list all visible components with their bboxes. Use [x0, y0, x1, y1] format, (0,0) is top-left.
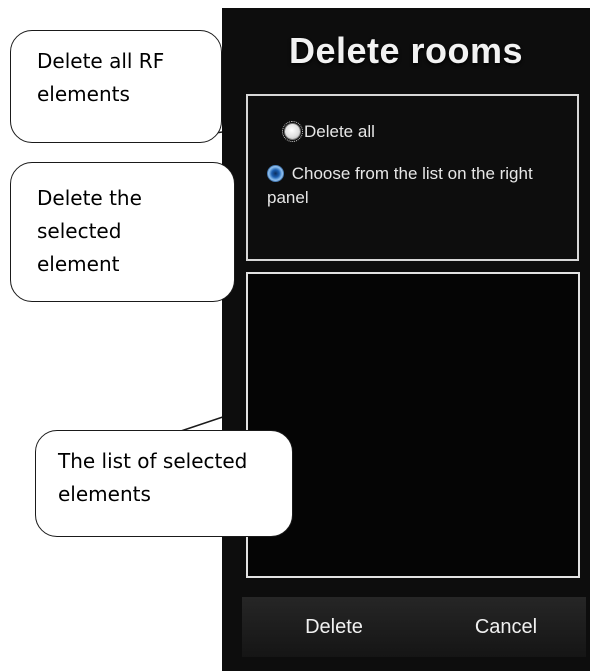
dialog-button-bar: Delete Cancel	[242, 597, 586, 657]
callout-delete-selected: Delete the selected element	[10, 162, 235, 302]
callout-list: The list of selected elements	[35, 430, 293, 537]
radio-delete-all[interactable]	[282, 121, 303, 142]
delete-options-group: Delete all Choose from the list on the r…	[246, 94, 579, 261]
radio-delete-all-row[interactable]: Delete all	[282, 120, 375, 144]
radio-choose-from-list-row[interactable]: Choose from the list on the right panel	[267, 162, 567, 210]
callout-list-text: The list of selected elements	[58, 449, 248, 506]
radio-choose-from-list[interactable]	[267, 165, 284, 182]
callout-delete-all-text: Delete all RF elements	[37, 49, 165, 106]
radio-delete-all-label: Delete all	[304, 122, 375, 141]
cancel-button[interactable]: Cancel	[426, 597, 586, 657]
dialog-title: Delete rooms	[288, 30, 524, 71]
callout-delete-selected-text: Delete the selected element	[37, 186, 142, 276]
delete-rooms-dialog: Delete rooms Delete all Choose from the …	[222, 8, 590, 671]
selected-elements-list[interactable]	[246, 272, 580, 578]
callout-delete-all: Delete all RF elements	[10, 30, 222, 143]
radio-choose-from-list-label: Choose from the list on the right panel	[267, 164, 533, 207]
delete-button[interactable]: Delete	[242, 597, 426, 657]
